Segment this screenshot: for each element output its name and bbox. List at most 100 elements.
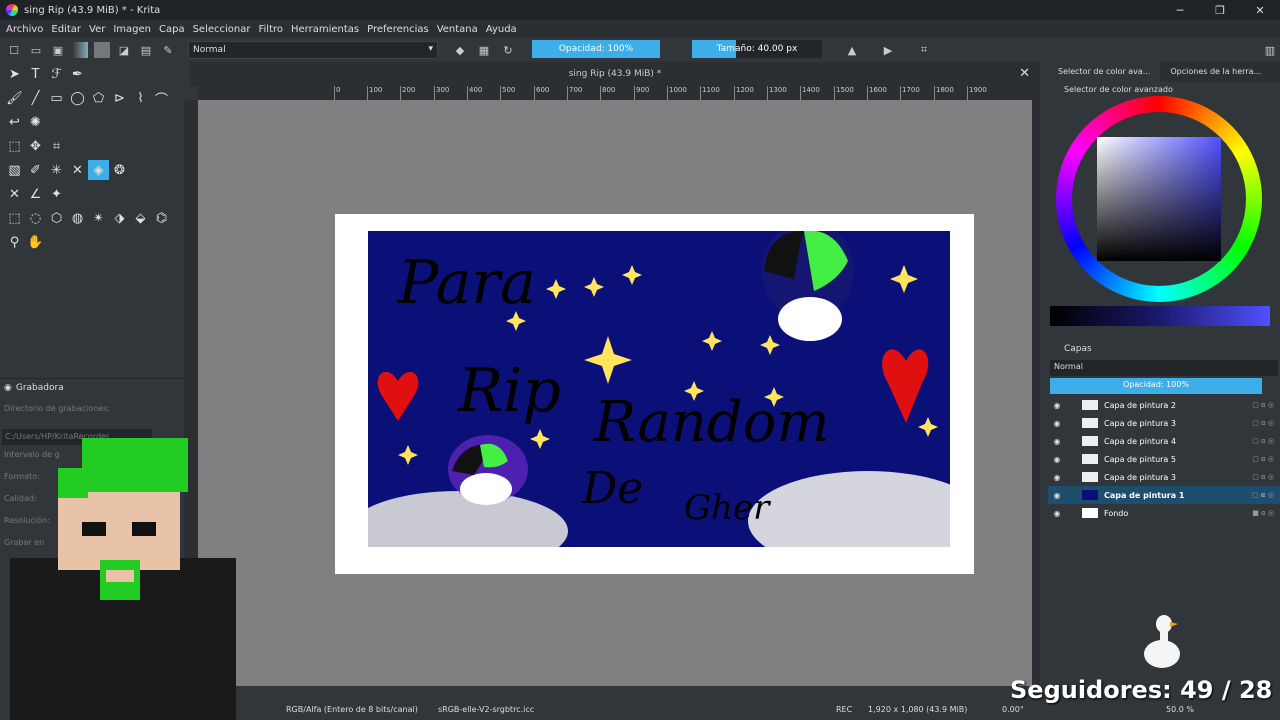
wrap-around-icon[interactable]: ⌗ — [916, 42, 932, 58]
brush-editor-icon[interactable]: ✎ — [160, 42, 176, 58]
polygon-select-tool-icon[interactable]: ⬡ — [46, 208, 67, 228]
tab-color-selector[interactable]: Selector de color ava... — [1048, 62, 1161, 82]
rectangle-tool-icon[interactable]: ▭ — [46, 88, 67, 108]
layer-opacity-slider[interactable]: Opacidad: 100% — [1050, 378, 1262, 394]
select-shapes-tool-icon[interactable]: ➤ — [4, 64, 25, 84]
brush-tool-icon[interactable]: 🖌 — [4, 88, 25, 108]
document-tab[interactable]: sing Rip (43.9 MiB) * ✕ — [190, 62, 1040, 86]
polyline-tool-icon[interactable]: ⊳ — [109, 88, 130, 108]
enclose-fill-tool-icon[interactable]: ✕ — [67, 160, 88, 180]
layer-row-selected[interactable]: ◉ Capa de pintura 1 ▢ α ◎ — [1048, 486, 1280, 504]
assistant-tool-icon[interactable]: ✕ — [4, 184, 25, 204]
alpha-lock-icon[interactable]: ▦ — [476, 42, 492, 58]
fill-tool-icon[interactable]: ◈ — [88, 160, 109, 180]
layer-row[interactable]: ◉ Capa de pintura 4 ▢ α ◎ — [1048, 432, 1280, 450]
eraser-icon[interactable]: ◆ — [452, 42, 468, 58]
eye-icon[interactable]: ◉ — [1048, 419, 1066, 428]
polygon-tool-icon[interactable]: ⬠ — [88, 88, 109, 108]
dynamic-brush-tool-icon[interactable]: ↩ — [4, 112, 25, 132]
ellipse-select-tool-icon[interactable]: ◌ — [25, 208, 46, 228]
freehand-select-tool-icon[interactable]: ◍ — [67, 208, 88, 228]
size-slider[interactable]: Tamaño: 40.00 px — [692, 40, 822, 58]
menu-ventana[interactable]: Ventana — [437, 24, 478, 35]
bezier-select-tool-icon[interactable]: ⬙ — [130, 208, 151, 228]
menu-herramientas[interactable]: Herramientas — [291, 24, 359, 35]
menu-seleccionar[interactable]: Seleccionar — [193, 24, 251, 35]
color-history-strip[interactable] — [1050, 306, 1270, 326]
layer-row[interactable]: ◉ Capa de pintura 3 ▢ α ◎ — [1048, 414, 1280, 432]
menu-ayuda[interactable]: Ayuda — [486, 24, 517, 35]
gradient-icon[interactable] — [72, 42, 88, 58]
eye-icon[interactable]: ◉ — [1048, 401, 1066, 410]
color-swap-icon[interactable]: ◪ — [116, 42, 132, 58]
lock-icon[interactable]: ▢ α ◎ — [1252, 437, 1274, 445]
layer-row[interactable]: ◉ Fondo ■ α ◎ — [1048, 504, 1280, 522]
lock-icon[interactable]: ▢ α ◎ — [1252, 491, 1274, 499]
brush-presets-icon[interactable]: ▤ — [138, 42, 154, 58]
bezier-tool-icon[interactable]: ⌇ — [130, 88, 151, 108]
eye-icon[interactable]: ◉ — [1048, 491, 1066, 500]
menu-preferencias[interactable]: Preferencias — [367, 24, 429, 35]
eye-icon[interactable]: ◉ — [1048, 437, 1066, 446]
maximize-button[interactable]: ❐ — [1200, 0, 1240, 20]
color-picker-tool-icon[interactable]: ✐ — [25, 160, 46, 180]
artwork-image[interactable]: Para Rip Random De Gher — [368, 231, 950, 547]
record-icon[interactable]: ◉ — [4, 383, 12, 393]
contiguous-select-tool-icon[interactable]: ✴ — [88, 208, 109, 228]
crop-tool-icon[interactable]: ⌗ — [46, 136, 67, 156]
lock-icon[interactable]: ▢ α ◎ — [1252, 419, 1274, 427]
reload-icon[interactable]: ↻ — [500, 42, 516, 58]
transform-tool-icon[interactable]: ⬚ — [4, 136, 25, 156]
gradient-tool-icon[interactable]: ▧ — [4, 160, 25, 180]
layer-row[interactable]: ◉ Capa de pintura 3 ▢ α ◎ — [1048, 468, 1280, 486]
lock-icon[interactable]: ▢ α ◎ — [1252, 473, 1274, 481]
zoom-tool-icon[interactable]: ⚲ — [4, 232, 25, 252]
close-button[interactable]: ✕ — [1240, 0, 1280, 20]
assistant-tool-icon[interactable]: ❂ — [109, 160, 130, 180]
menu-ver[interactable]: Ver — [89, 24, 105, 35]
move-tool-icon[interactable]: ✥ — [25, 136, 46, 156]
menu-filtro[interactable]: Filtro — [258, 24, 283, 35]
lock-icon[interactable]: ▢ α ◎ — [1252, 455, 1274, 463]
mirror-vertical-icon[interactable]: ▲ — [844, 42, 860, 58]
measure-tool-icon[interactable]: ∠ — [25, 184, 46, 204]
saturation-value-square[interactable] — [1097, 137, 1221, 261]
blend-mode-select[interactable]: Normal ▾ — [188, 41, 438, 59]
tab-tool-options[interactable]: Opciones de la herra... — [1160, 62, 1271, 82]
workspace-icon[interactable]: ▥ — [1262, 42, 1278, 58]
reference-tool-icon[interactable]: ✦ — [46, 184, 67, 204]
vertical-scrollbar[interactable] — [1032, 100, 1040, 686]
minimize-button[interactable]: ─ — [1160, 0, 1200, 20]
ellipse-tool-icon[interactable]: ◯ — [67, 88, 88, 108]
menu-archivo[interactable]: Archivo — [6, 24, 43, 35]
menu-capa[interactable]: Capa — [159, 24, 185, 35]
layer-blend-select[interactable]: Normal — [1050, 360, 1278, 376]
layer-row[interactable]: ◉ Capa de pintura 2 ▢ α ◎ — [1048, 396, 1280, 414]
similar-select-tool-icon[interactable]: ⬗ — [109, 208, 130, 228]
freehand-path-tool-icon[interactable]: ⌒ — [151, 88, 172, 108]
calligraphy-tool-icon[interactable]: ℱ — [46, 64, 67, 84]
smart-patch-tool-icon[interactable]: ✳ — [46, 160, 67, 180]
text-tool-icon[interactable]: T — [25, 64, 46, 84]
eye-icon[interactable]: ◉ — [1048, 455, 1066, 464]
lock-icon[interactable]: ▢ α ◎ — [1252, 401, 1274, 409]
menu-editar[interactable]: Editar — [51, 24, 81, 35]
save-file-icon[interactable]: ▣ — [50, 42, 66, 58]
eye-icon[interactable]: ◉ — [1048, 509, 1066, 518]
multibrush-tool-icon[interactable]: ✺ — [25, 112, 46, 132]
close-icon[interactable]: ✕ — [1019, 66, 1030, 81]
new-file-icon[interactable]: ☐ — [6, 42, 22, 58]
eye-icon[interactable]: ◉ — [1048, 473, 1066, 482]
opacity-slider[interactable]: Opacidad: 100% — [532, 40, 660, 58]
rect-select-tool-icon[interactable]: ⬚ — [4, 208, 25, 228]
edit-shapes-tool-icon[interactable]: ✒ — [67, 64, 88, 84]
mirror-horizontal-icon[interactable]: ▶ — [880, 42, 896, 58]
layer-row[interactable]: ◉ Capa de pintura 5 ▢ α ◎ — [1048, 450, 1280, 468]
lock-icon[interactable]: ■ α ◎ — [1252, 509, 1274, 517]
open-file-icon[interactable]: ▭ — [28, 42, 44, 58]
line-tool-icon[interactable]: ╱ — [25, 88, 46, 108]
pattern-icon[interactable] — [94, 42, 110, 58]
menu-imagen[interactable]: Imagen — [113, 24, 151, 35]
magnetic-select-tool-icon[interactable]: ⌬ — [151, 208, 172, 228]
pan-tool-icon[interactable]: ✋ — [25, 232, 46, 252]
